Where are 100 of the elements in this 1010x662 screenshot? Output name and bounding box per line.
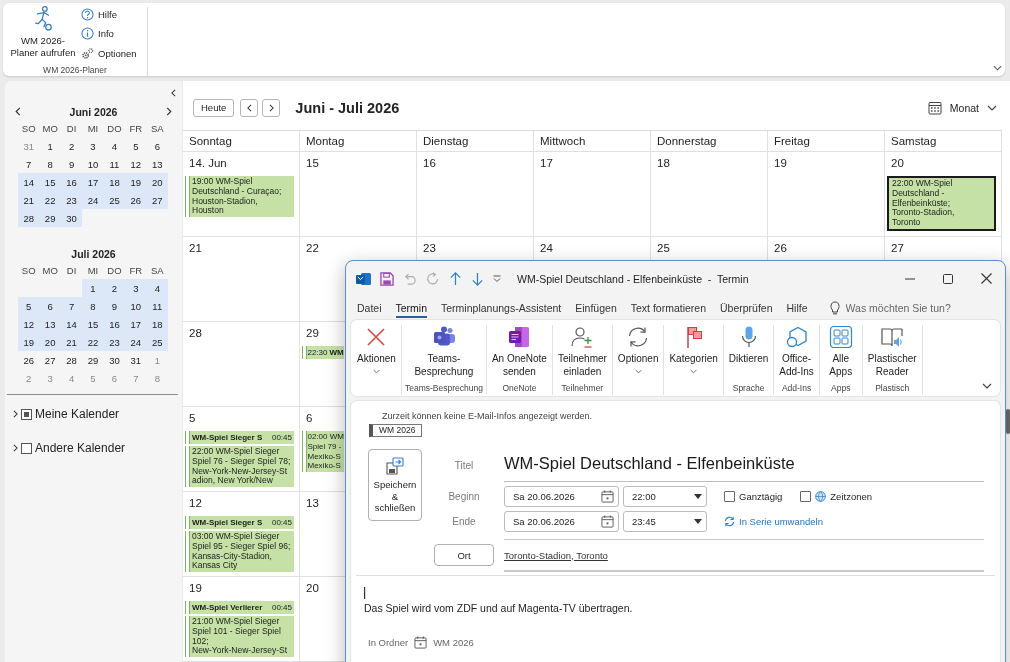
location-button[interactable]: Ort <box>434 544 494 566</box>
save-close-button[interactable]: Speichern & schließen <box>368 449 422 521</box>
chevron-down-icon[interactable] <box>993 65 1002 71</box>
chevron-right-icon[interactable] <box>13 444 18 452</box>
calendar-day[interactable]: 23 <box>103 333 126 351</box>
calendar-day[interactable]: 10 <box>82 155 104 173</box>
calendar-day[interactable]: 9 <box>60 155 83 173</box>
calendar-day[interactable]: 27 <box>39 351 61 369</box>
calendar-day[interactable]: 19 <box>125 173 147 191</box>
ribbon-button[interactable]: Hilfe <box>81 5 137 23</box>
checkbox[interactable] <box>21 408 32 420</box>
calendar-day[interactable]: 9 <box>103 297 126 315</box>
menu-tab[interactable]: Termin <box>395 298 428 318</box>
date-field[interactable]: Sa 20.06.2026 <box>504 486 619 507</box>
calendar-event[interactable]: 22:00 WM-Spiel Sieger Spiel 76 - Sieger Spiel 78; New-York-New-Jersey-St adion, New York/New <box>185 446 294 488</box>
ribbon-button[interactable]: Plastischer Reader <box>862 325 922 382</box>
calendar-event[interactable]: 22:30 WM <box>302 346 344 359</box>
calendar-event[interactable]: WM-Spiel Sieger S 00:45 <box>185 431 294 444</box>
checkbox-label[interactable]: Zeitzonen <box>830 491 873 502</box>
menu-tab[interactable]: Überprüfen <box>720 298 773 318</box>
calendar-day[interactable]: 20 <box>39 333 61 351</box>
calendar-day[interactable]: 13 <box>146 155 168 173</box>
time-field[interactable]: 22:00 <box>623 486 707 507</box>
calendar-day[interactable]: 10 <box>125 297 147 315</box>
calendar-day[interactable]: 8 <box>82 297 104 315</box>
calendar-day[interactable]: 29 <box>39 209 61 227</box>
calendar-group-label[interactable]: Meine Kalender <box>35 407 120 421</box>
calendar-day[interactable]: 2 <box>103 279 126 297</box>
checkbox[interactable] <box>800 491 812 502</box>
chevron-right-icon[interactable] <box>166 107 172 116</box>
calendar-day[interactable]: 17 <box>82 173 104 191</box>
calendar-day[interactable]: 30 <box>103 351 126 369</box>
close-icon[interactable] <box>981 273 992 284</box>
calendar-event[interactable]: WM-Spiel Sieger S 00:45 <box>185 516 294 529</box>
calendar-day[interactable]: 30 <box>60 209 83 227</box>
calendar-day[interactable]: 11 <box>146 297 168 315</box>
calendar-day[interactable]: 20 <box>146 173 168 191</box>
calendar-day[interactable]: 23 <box>60 191 83 209</box>
save-icon[interactable] <box>380 271 394 286</box>
ribbon-button[interactable]: An OneNote senden <box>486 325 552 382</box>
calendar-day[interactable]: 6 <box>146 137 168 155</box>
calendar-day[interactable]: 2 <box>60 137 83 155</box>
calendar-day[interactable]: 21 <box>60 333 83 351</box>
calendar-day[interactable]: 28 <box>18 209 40 227</box>
calendar-day[interactable]: 6 <box>39 297 61 315</box>
calendar-day[interactable]: 14 <box>60 315 83 333</box>
search-field[interactable]: Was möchten Sie tun? <box>845 302 966 314</box>
checkbox-label[interactable]: Ganztägig <box>739 491 783 502</box>
recurrence-link[interactable]: In Serie umwandeln <box>739 516 823 527</box>
menu-tab[interactable]: Terminplanungs-Assistent <box>441 298 562 318</box>
chevron-down-icon[interactable] <box>982 383 992 389</box>
menu-tab[interactable]: Text formatieren <box>630 298 706 318</box>
calendar-event[interactable]: WM-Spiel Verlierer 00:45 <box>185 601 294 614</box>
ribbon-button[interactable]: Office- Add-Ins <box>774 325 819 382</box>
ribbon-button[interactable]: Teams- Besprechung <box>409 325 479 382</box>
calendar-day[interactable]: 5 <box>18 297 40 315</box>
scrollbar-thumb[interactable] <box>1006 409 1010 434</box>
view-dropdown[interactable]: Monat <box>927 100 997 115</box>
location-field[interactable]: Toronto-Stadion, Toronto <box>504 549 608 561</box>
calendar-day[interactable]: 15 <box>39 173 61 191</box>
ribbon-button[interactable]: Aktionen <box>352 325 401 382</box>
calendar-day[interactable]: 13 <box>39 315 61 333</box>
chevron-left-icon[interactable] <box>15 107 21 116</box>
chevron-right-icon[interactable] <box>13 410 18 418</box>
calendar-day[interactable]: 3 <box>82 137 104 155</box>
today-button[interactable]: Heute <box>193 98 235 117</box>
chevron-left-icon[interactable] <box>171 88 176 97</box>
calendar-day[interactable]: 1 <box>39 137 61 155</box>
calendar-event[interactable]: 21:00 WM-Spiel Sieger Spiel 101 - Sieger Spiel 102; New-York-New-Jersey-St <box>185 616 294 658</box>
menu-tab[interactable]: Hilfe <box>786 298 808 318</box>
calendar-day[interactable]: 27 <box>146 191 168 209</box>
ribbon-button[interactable]: Kategorien <box>664 325 723 382</box>
mail-tile-icon[interactable] <box>356 271 371 286</box>
calendar-event[interactable]: 03:00 WM-Spiel Sieger Spiel 95 - Sieger Spiel 96; Kansas-City-Stadion, Kansas City <box>185 531 294 573</box>
ribbon-button[interactable]: Diktieren <box>723 325 774 382</box>
arrow-up-icon[interactable] <box>449 271 462 286</box>
calendar-day[interactable]: 24 <box>82 191 104 209</box>
time-field[interactable]: 23:45 <box>623 511 707 532</box>
calendar-day[interactable]: 22 <box>39 191 61 209</box>
calendar-day[interactable]: 29 <box>82 351 104 369</box>
calendar-day[interactable]: 3 <box>125 279 147 297</box>
title-field[interactable]: WM-Spiel Deutschland - Elfenbeinküste <box>504 449 984 482</box>
ribbon-button[interactable]: Teilnehmer einladen <box>552 325 612 382</box>
menu-tab[interactable]: Einfügen <box>575 298 617 318</box>
calendar-day[interactable]: 15 <box>82 315 104 333</box>
calendar-day[interactable]: 8 <box>39 155 61 173</box>
planner-button[interactable]: WM 2026- Planer aufrufen <box>7 5 79 65</box>
checkbox[interactable] <box>21 442 32 454</box>
calendar-day[interactable]: 4 <box>103 137 126 155</box>
calendar-day[interactable]: 12 <box>125 155 147 173</box>
calendar-day[interactable]: 7 <box>60 297 83 315</box>
category-tag[interactable]: WM 2026 <box>369 424 423 437</box>
calendar-day[interactable]: 14 <box>18 173 40 191</box>
menu-tab[interactable]: Datei <box>357 298 382 318</box>
calendar-day[interactable]: 11 <box>103 155 126 173</box>
calendar-day[interactable]: 16 <box>60 173 83 191</box>
checkbox[interactable] <box>724 491 735 502</box>
calendar-day[interactable]: 7 <box>18 155 40 173</box>
calendar-day[interactable]: 24 <box>125 333 147 351</box>
ribbon-button[interactable]: Info <box>81 24 137 43</box>
